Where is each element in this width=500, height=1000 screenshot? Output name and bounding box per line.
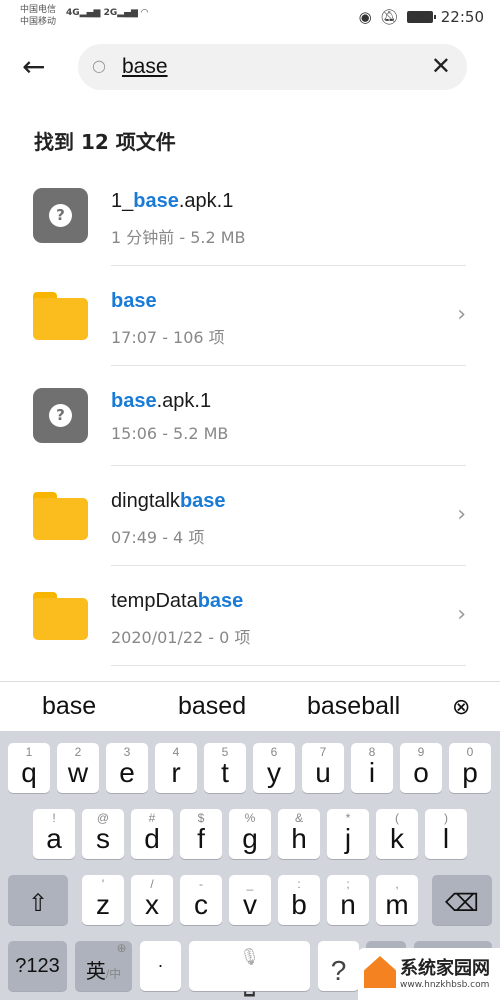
item-subtitle: 1 分钟前 - 5.2 MB <box>111 228 246 247</box>
key-d[interactable]: # d <box>131 809 173 859</box>
clear-icon[interactable]: ✕ <box>431 52 451 80</box>
key-x[interactable]: / x <box>131 875 173 925</box>
microphone-icon: 🎙︎ <box>239 949 260 966</box>
key-g[interactable]: % g <box>229 809 271 859</box>
list-item[interactable]: base 17:07 - 106 项 › <box>0 266 500 366</box>
signal-icon: 4G▂▄▆ 2G▂▄▆ ◠ <box>66 8 149 18</box>
key-p[interactable]: 0p <box>449 743 491 793</box>
chevron-right-icon: › <box>457 302 466 327</box>
key-i[interactable]: 8i <box>351 743 393 793</box>
key-s[interactable]: @ s <box>82 809 124 859</box>
item-title: dingtalkbase <box>111 490 226 512</box>
key-v[interactable]: _ v <box>229 875 271 925</box>
key-y[interactable]: 6y <box>253 743 295 793</box>
shift-icon: ⇧ <box>27 890 49 917</box>
key-b[interactable]: :b <box>278 875 320 925</box>
suggestion[interactable]: based <box>178 692 246 721</box>
search-input[interactable] <box>122 52 412 82</box>
item-subtitle: 07:49 - 4 项 <box>111 528 205 547</box>
eye-icon: ◉ <box>358 8 372 26</box>
search-bar: ○ ✕ <box>78 44 467 90</box>
shift-key[interactable]: ⇧ <box>8 875 68 925</box>
status-right: ◉ 🔕︎ 22:50 <box>359 8 484 26</box>
status-bar: 中国电信 中国移动 4G▂▄▆ 2G▂▄▆ ◠ ◉ 🔕︎ 22:50 <box>0 0 500 36</box>
folder-icon <box>33 292 88 340</box>
key-k[interactable]: (k <box>376 809 418 859</box>
key-z[interactable]: ' z <box>82 875 124 925</box>
key-w[interactable]: 2w <box>57 743 99 793</box>
backspace-icon: ⌫ <box>445 890 479 917</box>
key-h[interactable]: & h <box>278 809 320 859</box>
chevron-right-icon: › <box>457 602 466 627</box>
suggestion[interactable]: base <box>42 692 96 721</box>
key-e[interactable]: 3e <box>106 743 148 793</box>
item-subtitle: 17:07 - 106 项 <box>111 328 225 347</box>
key-m[interactable]: ,m <box>376 875 418 925</box>
key-t[interactable]: 5t <box>204 743 246 793</box>
key-a[interactable]: ! a <box>33 809 75 859</box>
item-subtitle: 15:06 - 5.2 MB <box>111 424 229 443</box>
item-title: base.apk.1 <box>111 390 212 412</box>
key-q[interactable]: 1q <box>8 743 50 793</box>
close-suggestions-icon[interactable]: ⊗ <box>452 694 470 720</box>
list-item[interactable]: ? base.apk.1 15:06 - 5.2 MB <box>0 366 500 466</box>
key-o[interactable]: 9o <box>400 743 442 793</box>
key-n[interactable]: ; n <box>327 875 369 925</box>
space-key[interactable]: 🎙︎ ⎵ <box>189 941 310 996</box>
key-c[interactable]: -c <box>180 875 222 925</box>
key-f[interactable]: $ f <box>180 809 222 859</box>
list-item[interactable]: ? 1_base.apk.1 1 分钟前 - 5.2 MB <box>0 166 500 266</box>
delete-key[interactable]: ⌫ <box>432 875 492 925</box>
key-j[interactable]: * j <box>327 809 369 859</box>
watermark: 系统家园网 www.hnzkhbsb.com <box>358 948 500 1000</box>
item-title: base <box>111 290 157 312</box>
unknown-file-icon: ? <box>33 188 88 243</box>
list-item[interactable]: tempDatabase 2020/01/22 - 0 项 › <box>0 566 500 666</box>
battery-icon <box>406 11 436 23</box>
dot-key[interactable]: · <box>140 941 181 991</box>
language-key[interactable]: ⊕ 英/中 <box>75 941 132 991</box>
carrier-info: 中国电信 中国移动 <box>20 5 57 27</box>
folder-icon <box>33 492 88 540</box>
item-subtitle: 2020/01/22 - 0 项 <box>111 628 251 647</box>
question-key[interactable]: ? <box>318 941 359 991</box>
item-title: tempDatabase <box>111 590 244 612</box>
key-l[interactable]: ) l <box>425 809 467 859</box>
key-r[interactable]: 4r <box>155 743 197 793</box>
suggestion-bar: base based baseball ⊗ <box>0 681 500 731</box>
chevron-right-icon: › <box>457 502 466 527</box>
mute-icon: 🔕︎ <box>379 8 399 26</box>
divider <box>111 665 466 666</box>
clock: 22:50 <box>440 8 484 26</box>
back-button[interactable]: ← <box>22 50 45 83</box>
list-item[interactable]: dingtalkbase 07:49 - 4 项 › <box>0 466 500 566</box>
unknown-file-icon: ? <box>33 388 88 443</box>
item-title: 1_base.apk.1 <box>111 190 234 212</box>
suggestion[interactable]: baseball <box>307 692 400 721</box>
watermark-logo-icon <box>364 956 396 988</box>
result-count: 找到 12 项文件 <box>34 130 176 154</box>
symbols-key[interactable]: ?123 <box>8 941 67 991</box>
search-icon: ○ <box>92 56 106 75</box>
folder-icon <box>33 592 88 640</box>
globe-icon: ⊕ <box>116 941 127 955</box>
file-list: ? 1_base.apk.1 1 分钟前 - 5.2 MB base 17:07 - 1… <box>0 166 500 666</box>
key-u[interactable]: 7u <box>302 743 344 793</box>
